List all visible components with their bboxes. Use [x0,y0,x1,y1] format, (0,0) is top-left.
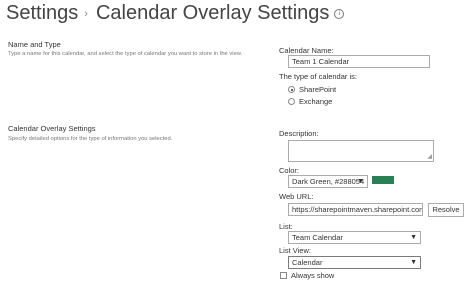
page-title: Calendar Overlay Settings [95,2,330,25]
resize-handle-icon[interactable]: ◢ [427,154,432,160]
radio-option-exchange[interactable]: Exchange [288,97,332,106]
radio-sharepoint-label: SharePoint [299,85,337,94]
list-view-label: List View: [279,246,311,255]
breadcrumb: Settings › Calendar Overlay Settings i [6,2,345,25]
chevron-down-icon: ▼ [357,178,364,185]
list-label: List: [279,222,293,231]
description-label: Description: [279,129,319,138]
radio-exchange-label: Exchange [299,97,333,106]
chevron-down-icon: ▼ [410,259,417,266]
section-title-overlay: Calendar Overlay Settings [8,124,96,133]
web-url-input[interactable]: https://sharepointmaven.sharepoint.com/ [288,203,423,216]
calendar-type-label: The type of calendar is: [279,72,357,81]
chevron-down-icon: ▼ [410,234,417,241]
list-select[interactable]: Team Calendar ▼ [288,231,421,244]
section-description-name-type: Type a name for this calendar, and selec… [8,51,243,57]
resolve-button[interactable]: Resolve [428,203,464,217]
breadcrumb-settings-link[interactable]: Settings [6,2,78,24]
list-view-select-value: Calendar [292,258,323,267]
color-swatch [372,176,394,184]
color-select-value: Dark Green, #288054 [292,177,365,186]
color-label: Color: [279,166,300,175]
description-textarea[interactable]: ◢ [288,140,434,162]
calendar-name-input[interactable]: Team 1 Calendar [288,55,430,68]
list-view-select[interactable]: Calendar ▼ [288,256,421,269]
always-show-label: Always show [291,271,335,280]
web-url-label: Web URL: [279,192,314,201]
calendar-name-label: Calendar Name: [279,46,334,55]
radio-sharepoint-checked-icon[interactable] [288,86,295,93]
info-icon[interactable]: i [334,8,345,19]
section-description-overlay: Specify detailed options for the type of… [8,136,173,142]
section-title-name-type: Name and Type [8,40,61,49]
breadcrumb-separator-icon: › [84,7,88,20]
list-select-value: Team Calendar [292,233,343,242]
always-show-checkbox[interactable] [280,272,287,279]
radio-exchange-icon[interactable] [288,98,295,105]
radio-option-sharepoint[interactable]: SharePoint [288,85,336,94]
always-show-option[interactable]: Always show [280,271,334,280]
color-select[interactable]: Dark Green, #288054 ▼ [288,175,368,188]
